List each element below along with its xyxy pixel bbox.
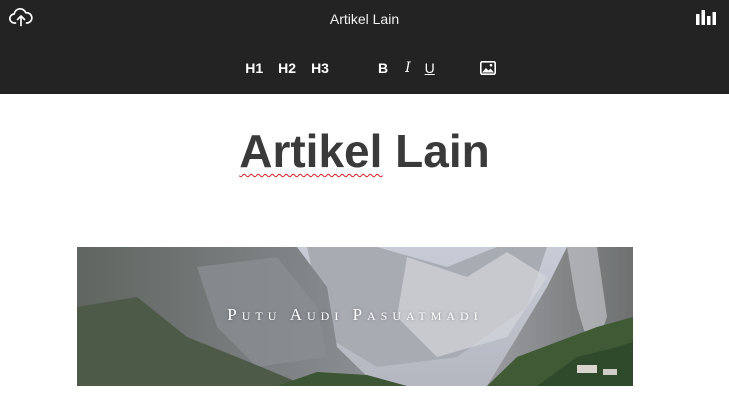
image-icon <box>479 61 496 75</box>
format-bar: H1 H2 H3 B I U <box>0 58 729 78</box>
title-rest: Lain <box>382 125 490 177</box>
editor-toolbar: Artikel Lain H1 H2 H3 B I U <box>0 0 729 94</box>
heading3-button[interactable]: H3 <box>311 58 329 78</box>
underline-button[interactable]: U <box>425 58 435 78</box>
title-misspelled-word: Artikel <box>239 125 383 177</box>
insert-image-button[interactable] <box>479 61 496 75</box>
italic-button[interactable]: I <box>405 58 411 78</box>
article-title[interactable]: Artikel Lain <box>0 124 729 178</box>
stats-button[interactable] <box>695 9 717 29</box>
heading2-button[interactable]: H2 <box>278 58 296 78</box>
heading1-button[interactable]: H1 <box>245 58 263 78</box>
banner-caption: Putu Audi Pasuatmadi <box>227 305 483 324</box>
window-title: Artikel Lain <box>329 11 400 27</box>
bold-button[interactable]: B <box>378 58 388 78</box>
bar-chart-icon <box>696 7 716 29</box>
banner-image[interactable]: Putu Audi Pasuatmadi <box>77 247 633 386</box>
